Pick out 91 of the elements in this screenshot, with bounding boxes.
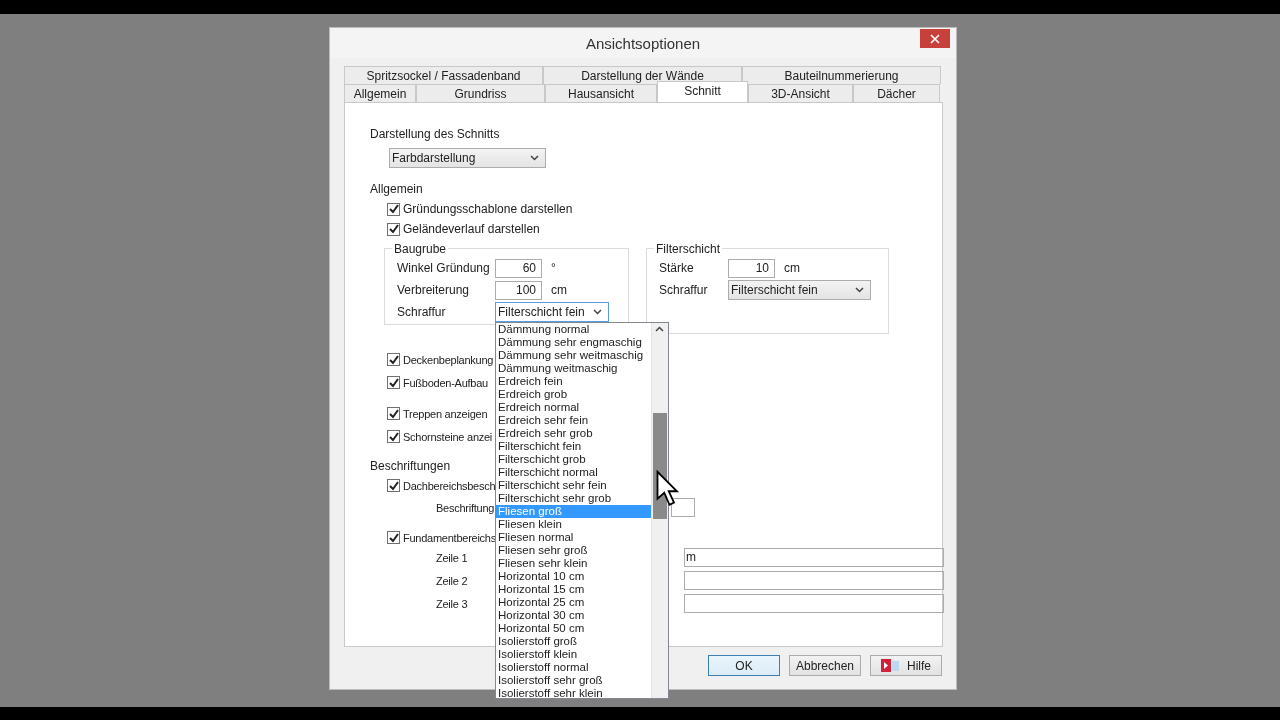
scroll-up-icon[interactable] — [655, 326, 664, 332]
list-option[interactable]: Filterschicht sehr grob — [496, 492, 651, 505]
tab[interactable]: Schnitt — [657, 81, 748, 102]
list-option[interactable]: Isolierstoff sehr groß — [496, 674, 651, 687]
close-button[interactable] — [920, 29, 950, 48]
hatch-dropdown[interactable]: Filterschicht fein — [728, 280, 871, 300]
number-field[interactable]: 100 — [495, 280, 542, 300]
tab[interactable]: Bauteilnummerierung — [742, 66, 941, 84]
checkbox[interactable] — [387, 353, 400, 366]
scrollbar[interactable] — [651, 323, 668, 698]
chevron-down-icon — [530, 155, 539, 161]
tab[interactable]: Spritzsockel / Fassadenband — [344, 66, 543, 84]
list-option[interactable]: Dämmung weitmaschig — [496, 362, 651, 375]
list-option[interactable]: Fliesen normal — [496, 531, 651, 544]
checkbox[interactable] — [387, 202, 400, 216]
list-option[interactable]: Fliesen sehr klein — [496, 557, 651, 570]
field-label: Schraffur — [659, 283, 709, 297]
list-option[interactable]: Isolierstoff normal — [496, 661, 651, 674]
field-label: Winkel Gründung — [397, 261, 491, 275]
checkbox-label: Fundamentbereichs — [403, 531, 496, 544]
tab[interactable]: Allgemein — [344, 84, 416, 102]
checkbox[interactable] — [387, 407, 400, 420]
hatch-dropdown[interactable]: Filterschicht fein — [495, 302, 609, 322]
section-label: Beschriftungen — [370, 459, 451, 473]
unit-label: cm — [784, 261, 800, 275]
field-label: Verbreiterung — [397, 283, 471, 297]
list-option[interactable]: Isolierstoff groß — [496, 635, 651, 648]
text-field[interactable] — [684, 571, 944, 590]
unit-label: cm — [551, 283, 567, 297]
tab[interactable]: Dächer — [853, 84, 940, 102]
checkbox-label: Schornsteine anzei — [403, 430, 493, 443]
list-option[interactable]: Horizontal 30 cm — [496, 609, 651, 622]
list-option[interactable]: Fliesen klein — [496, 518, 651, 531]
list-option[interactable]: Dämmung sehr engmaschig — [496, 336, 651, 349]
field-label: Zeile 2 — [436, 574, 468, 587]
checkbox-label: Dachbereichsbesch — [403, 479, 496, 492]
list-option[interactable]: Horizontal 50 cm — [496, 622, 651, 635]
chevron-down-icon — [593, 309, 602, 315]
tab[interactable]: Hausansicht — [545, 84, 657, 102]
list-option[interactable]: Horizontal 25 cm — [496, 596, 651, 609]
list-option[interactable]: Filterschicht grob — [496, 453, 651, 466]
list-option[interactable]: Dämmung sehr weitmaschig — [496, 349, 651, 362]
checkbox[interactable] — [387, 531, 400, 544]
checkbox[interactable] — [387, 479, 400, 492]
list-option[interactable]: Horizontal 10 cm — [496, 570, 651, 583]
section-label: Allgemein — [370, 182, 424, 196]
text-field[interactable]: m — [684, 548, 944, 567]
window-title: Ansichtsoptionen — [585, 34, 701, 52]
checkbox[interactable] — [387, 430, 400, 443]
list-option[interactable]: Fliesen sehr groß — [496, 544, 651, 557]
field-label: Beschriftung — [436, 501, 495, 514]
group-title: Filterschicht — [654, 242, 722, 256]
help-button[interactable]: Hilfe — [870, 655, 942, 676]
chevron-down-icon — [855, 287, 864, 293]
checkbox[interactable] — [387, 376, 400, 389]
cancel-button[interactable]: Abbrechen — [789, 655, 861, 676]
list-option[interactable]: Erdreich sehr grob — [496, 427, 651, 440]
tab[interactable]: Grundriss — [416, 84, 545, 102]
checkbox-label: Geländeverlauf darstellen — [403, 222, 540, 236]
checkbox[interactable] — [387, 222, 400, 236]
text-field[interactable] — [684, 594, 944, 613]
tab[interactable]: 3D-Ansicht — [748, 84, 853, 102]
list-option[interactable]: Isolierstoff sehr klein — [496, 687, 651, 698]
checkbox-label: Treppen anzeigen — [403, 407, 488, 420]
checkbox-label: Deckenbeplankung — [403, 353, 494, 366]
list-option[interactable]: Filterschicht fein — [496, 440, 651, 453]
display-dropdown[interactable]: Farbdarstellung — [389, 148, 546, 168]
unit-label: ° — [551, 261, 556, 275]
list-option[interactable]: Filterschicht normal — [496, 466, 651, 479]
list-option[interactable]: Horizontal 15 cm — [496, 583, 651, 596]
section-label: Darstellung des Schnitts — [370, 127, 501, 141]
field-label: Stärke — [659, 261, 695, 275]
checkbox-label: Gründungsschablone darstellen — [403, 202, 573, 216]
number-field[interactable]: 60 — [495, 258, 542, 278]
checkbox-label: Fußboden-Aufbau — [403, 376, 488, 389]
close-icon — [930, 33, 940, 44]
ok-button[interactable]: OK — [708, 655, 780, 676]
group-title: Baugrube — [392, 242, 449, 256]
list-option[interactable]: Erdreich grob — [496, 388, 651, 401]
field-label: Schraffur — [397, 305, 447, 319]
list-option[interactable]: Isolierstoff klein — [496, 648, 651, 661]
tab[interactable]: Darstellung der Wände — [543, 66, 742, 84]
list-option[interactable]: Erdreich fein — [496, 375, 651, 388]
list-option[interactable]: Filterschicht sehr fein — [496, 479, 651, 492]
field-label: Zeile 1 — [436, 551, 468, 564]
field-label: Zeile 3 — [436, 597, 468, 610]
number-field[interactable]: 10 — [728, 258, 775, 278]
list-option[interactable]: Erdreich sehr fein — [496, 414, 651, 427]
list-option[interactable]: Erdreich normal — [496, 401, 651, 414]
help-icon — [881, 659, 901, 672]
list-option[interactable]: Dämmung normal — [496, 323, 651, 336]
